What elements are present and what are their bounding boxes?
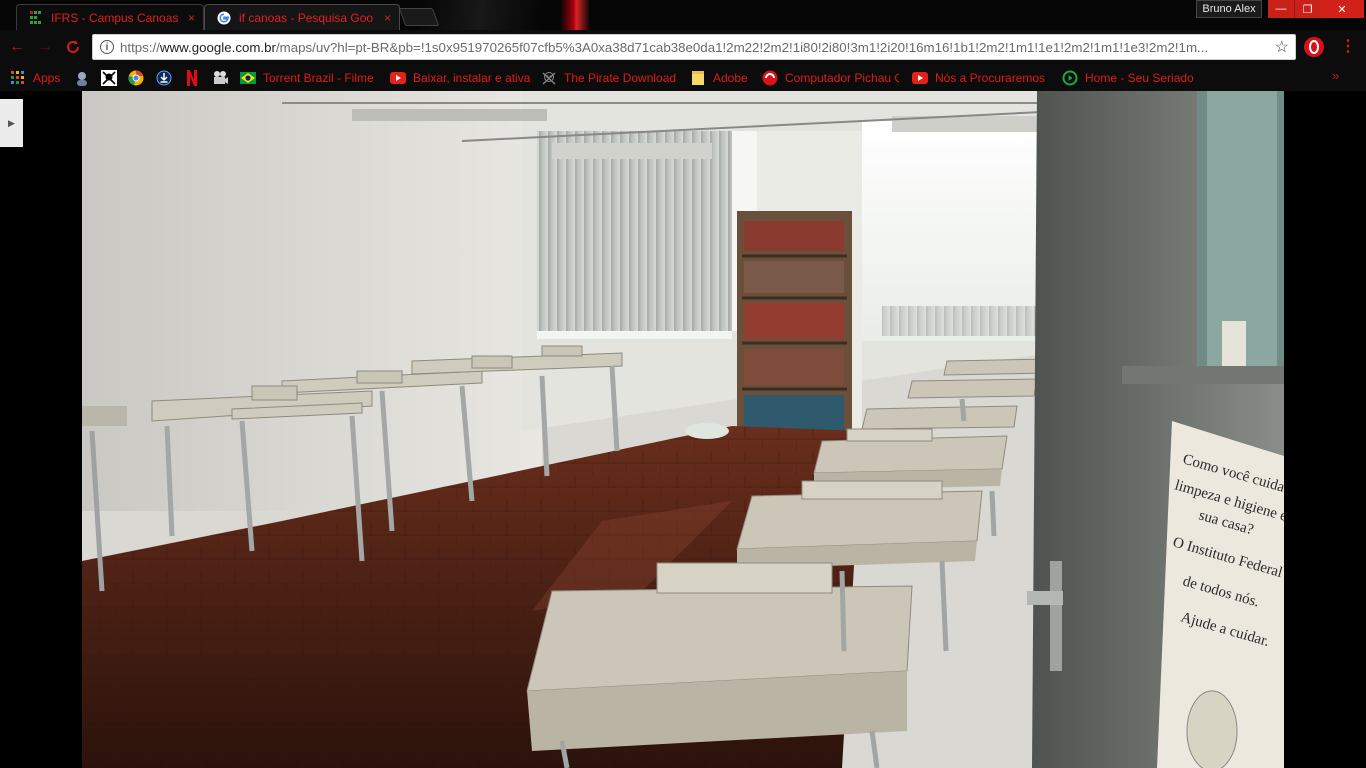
tab-close-icon[interactable]: ×	[188, 11, 195, 25]
youtube-icon	[912, 70, 928, 86]
bookmark-label: Computador Pichau G	[785, 71, 899, 85]
bookmarks-bar: Apps Torrent Brazil - Filme Baixar, inst…	[0, 64, 1366, 92]
bookmark-label: Adobe	[713, 71, 748, 85]
bookmark-baixar-instalar[interactable]: Baixar, instalar e ativa	[390, 68, 531, 88]
bookmark-label: Home - Seu Seriado	[1085, 71, 1194, 85]
netflix-icon	[184, 70, 200, 86]
avatar-icon	[74, 70, 90, 86]
ifrs-grid-icon	[29, 10, 43, 25]
bookmark-item[interactable]	[101, 68, 117, 88]
folder-icon	[690, 70, 706, 86]
bookmark-label: The Pirate Download	[564, 71, 677, 85]
youtube-icon	[390, 70, 406, 86]
film-camera-icon	[212, 70, 228, 86]
pirate-skull-icon	[541, 70, 557, 86]
url-scheme: https://	[120, 39, 160, 55]
bookmark-item[interactable]	[128, 68, 144, 88]
minimize-button[interactable]: —	[1268, 0, 1294, 18]
bookmark-label: Nós a Procuraremos	[935, 71, 1046, 85]
download-circle-icon	[156, 70, 172, 86]
expand-panel-button[interactable]: ▶	[0, 99, 23, 147]
browser-toolbar: ← → i https://www.google.com.br/maps/uv?…	[0, 30, 1366, 65]
close-window-button[interactable]: ✕	[1320, 0, 1364, 18]
bookmark-item[interactable]	[156, 68, 172, 88]
tab-ifrs-campus-canoas[interactable]: IFRS - Campus Canoas ×	[16, 4, 204, 30]
bookmark-pirate-download[interactable]: The Pirate Download	[541, 68, 680, 88]
url-path: /maps/uv?hl=pt-BR&pb=!1s0x951970265f07cf…	[275, 39, 1209, 55]
bookmark-star-icon[interactable]: ☆	[1275, 37, 1289, 57]
brazil-flag-icon	[240, 70, 256, 86]
reload-icon[interactable]	[64, 38, 82, 56]
address-bar[interactable]: i https://www.google.com.br/maps/uv?hl=p…	[92, 34, 1296, 60]
street-view-photo[interactable]: Como você cuida d limpeza e higiene e su…	[82, 91, 1284, 768]
tab-if-canoas-pesquisa-google[interactable]: if canoas - Pesquisa Goo ×	[204, 4, 400, 30]
url-host: www.google.com.br	[159, 39, 276, 55]
forward-arrow-icon[interactable]: →	[36, 38, 54, 56]
pichau-icon	[762, 70, 778, 86]
bookmark-apps[interactable]: Apps	[10, 68, 60, 88]
new-tab-button[interactable]	[398, 8, 440, 26]
bookmark-label: Torrent Brazil - Filme	[263, 71, 373, 85]
bookmarks-overflow-chevron-icon[interactable]: »	[1332, 68, 1339, 83]
tab-title: if canoas - Pesquisa Goo	[239, 10, 374, 25]
play-green-icon	[1062, 70, 1078, 86]
bookmark-nos-a-procuraremos[interactable]: Nós a Procuraremos	[912, 68, 1045, 88]
opera-extension-icon[interactable]	[1304, 37, 1324, 57]
back-arrow-icon[interactable]: ←	[8, 38, 26, 56]
pirate-flag-icon	[101, 70, 117, 86]
bookmark-item[interactable]	[184, 68, 200, 88]
bookmark-torrent-brazil[interactable]: Torrent Brazil - Filme	[240, 68, 373, 88]
maximize-button[interactable]: ❐	[1294, 0, 1320, 18]
bookmark-item[interactable]	[212, 68, 228, 88]
profile-button[interactable]: Bruno Alex	[1196, 0, 1262, 18]
apps-grid-icon	[10, 70, 26, 86]
browser-menu-icon[interactable]: ⋮	[1340, 38, 1356, 56]
bookmark-adobe[interactable]: Adobe	[690, 68, 748, 88]
google-icon	[217, 11, 231, 25]
tab-close-icon[interactable]: ×	[384, 11, 391, 25]
site-info-icon[interactable]: i	[100, 40, 114, 54]
bookmark-label: Apps	[33, 71, 61, 85]
tab-title: IFRS - Campus Canoas	[51, 10, 179, 25]
bookmark-computador-pichau[interactable]: Computador Pichau G	[762, 68, 899, 88]
bookmark-item[interactable]	[74, 68, 90, 88]
page-content: ▶ Como você cuida limpeza e higiene e su…	[0, 91, 1366, 768]
chrome-color-icon	[128, 70, 144, 86]
bookmark-home-seu-seriado[interactable]: Home - Seu Seriado	[1062, 68, 1194, 88]
title-bar: IFRS - Campus Canoas × if canoas - Pesqu…	[0, 0, 1366, 30]
url-text: https://www.google.com.br/maps/uv?hl=pt-…	[120, 40, 1269, 55]
bookmark-label: Baixar, instalar e ativa	[413, 71, 531, 85]
titlebar-theme-glow	[560, 0, 590, 30]
